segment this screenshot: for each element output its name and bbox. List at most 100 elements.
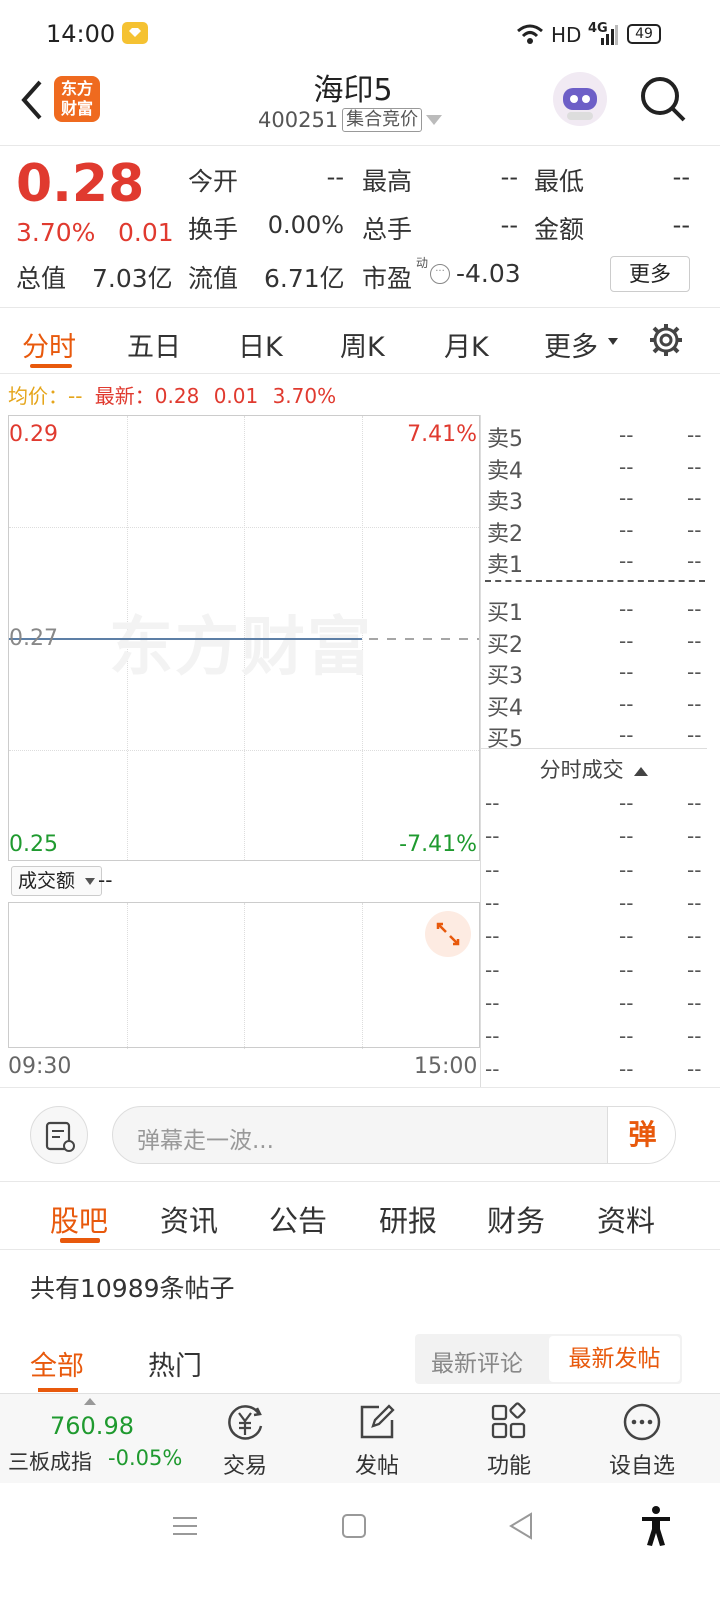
tab-forum-underline	[60, 1238, 100, 1243]
y-label-mid: 0.27	[9, 626, 58, 651]
filter-hot[interactable]: 热门	[148, 1344, 202, 1383]
tab-forum[interactable]: 股吧	[50, 1198, 108, 1240]
tab-more[interactable]: 更多	[544, 325, 598, 364]
tick-price: --	[619, 890, 634, 915]
system-nav-bar	[0, 1483, 720, 1600]
filter-all-underline	[38, 1388, 78, 1392]
index-change: -0.05%	[108, 1446, 183, 1470]
bid-level-price: --	[619, 628, 634, 653]
edit-icon	[360, 1404, 395, 1439]
tab-monthly-k[interactable]: 月K	[444, 325, 489, 364]
stock-header: 东方财富 海印5 400251 集合竞价	[0, 62, 720, 146]
caret-down-icon	[608, 338, 618, 345]
bid-level-volume: --	[687, 723, 702, 747]
sort-latest-comment[interactable]: 最新评论	[431, 1344, 523, 1378]
add-watchlist-button[interactable]: 设自选	[600, 1394, 684, 1484]
robot-assistant-icon[interactable]	[553, 72, 607, 126]
back-nav-icon[interactable]	[507, 1511, 535, 1545]
tick-price: --	[619, 990, 634, 1015]
volume-selector[interactable]: 成交额	[11, 866, 103, 896]
caret-up-icon	[634, 766, 649, 776]
turnover-label: 换手	[188, 215, 239, 244]
ask-level-label: 卖4	[487, 458, 523, 484]
tab-weekly-k[interactable]: 周K	[340, 325, 385, 364]
change-pct: 3.70%	[16, 218, 96, 247]
expand-chart-button[interactable]	[425, 911, 471, 957]
high-value: --	[500, 163, 518, 191]
post-button[interactable]: 发帖	[344, 1394, 410, 1484]
bid-level-volume: --	[687, 660, 702, 684]
session-badge: 集合竞价	[342, 108, 423, 132]
ask-level-label: 卖5	[487, 427, 523, 452]
tab-daily-k[interactable]: 日K	[238, 325, 283, 364]
wifi-icon	[515, 22, 545, 50]
volume-label: 总手	[362, 215, 413, 244]
ask-level-price: --	[619, 517, 634, 542]
functions-button[interactable]: 功能	[476, 1394, 542, 1484]
bid-level-label: 买2	[487, 632, 523, 658]
menu-icon[interactable]	[172, 1513, 198, 1543]
current-price: 0.28	[16, 154, 145, 214]
tab-profile[interactable]: 资料	[597, 1198, 655, 1240]
avg-price-value: --	[68, 384, 83, 408]
y-label-top: 0.29	[9, 422, 58, 447]
ticks-title: 分时成交	[539, 758, 624, 782]
volume-chart[interactable]	[8, 902, 480, 1049]
float-value-label: 流值	[188, 264, 239, 293]
danmaku-input[interactable]: 弹幕走一波... 弹	[112, 1106, 676, 1164]
settings-icon[interactable]	[648, 322, 684, 362]
tab-five-day[interactable]: 五日	[127, 325, 181, 364]
tick-time: --	[485, 1057, 500, 1082]
tab-intraday[interactable]: 分时	[22, 325, 76, 364]
notification-icon	[122, 22, 148, 44]
volume-value: --	[98, 868, 113, 892]
tab-finance[interactable]: 财务	[487, 1198, 545, 1240]
total-value-label: 总值	[16, 264, 67, 293]
filter-all[interactable]: 全部	[30, 1344, 84, 1383]
more-quote-button[interactable]: 更多	[610, 256, 690, 292]
pe-info-icon[interactable]: ···	[430, 264, 450, 284]
tab-announcements[interactable]: 公告	[269, 1198, 327, 1240]
trade-button[interactable]: 交易	[212, 1394, 278, 1484]
stock-code-row[interactable]: 400251 集合竞价	[258, 106, 443, 134]
status-time: 14:00	[46, 20, 116, 48]
search-icon[interactable]	[638, 74, 688, 128]
post-label: 发帖	[354, 1454, 399, 1479]
y-label-bottom: 0.25	[9, 832, 58, 857]
ticks-header[interactable]: 分时成交	[481, 754, 707, 784]
chart-tabs: 分时 五日 日K 周K 月K 更多	[0, 308, 720, 374]
total-value: 7.03亿	[92, 264, 173, 293]
tick-price: --	[619, 824, 634, 849]
sort-latest-post[interactable]: 最新发帖	[549, 1336, 680, 1382]
tick-volume: --	[687, 957, 702, 982]
tab-news[interactable]: 资讯	[160, 1198, 218, 1240]
avg-price-label: 均价：	[8, 384, 68, 408]
ask-level-volume: --	[687, 423, 702, 447]
caret-down-icon	[85, 878, 96, 885]
danmaku-toggle-button[interactable]	[30, 1106, 88, 1164]
tab-research[interactable]: 研报	[379, 1198, 437, 1240]
index-name: 三板成指	[8, 1450, 92, 1474]
low-value: --	[672, 163, 690, 191]
accessibility-icon[interactable]	[640, 1505, 672, 1551]
more-icon	[623, 1403, 661, 1441]
ask-level-volume: --	[687, 486, 702, 510]
ask-level-label: 卖3	[487, 490, 523, 515]
danmaku-send-button[interactable]: 弹	[607, 1107, 675, 1163]
tick-volume: --	[687, 990, 702, 1015]
intraday-info-line: 均价：-- 最新：0.28 0.01 3.70%	[8, 380, 336, 410]
tick-volume: --	[687, 824, 702, 849]
pe-value: -4.03	[456, 259, 521, 288]
sort-toggle: 最新评论 最新发帖	[415, 1334, 682, 1384]
y-pct-top: 7.41%	[407, 422, 477, 447]
index-ticker[interactable]: 760.98 三板成指 -0.05%	[0, 1394, 200, 1484]
battery-level: 49	[635, 26, 653, 42]
tick-price: --	[619, 1057, 634, 1082]
x-label-start: 09:30	[8, 1054, 72, 1079]
ticks-divider	[481, 748, 707, 749]
latest-label: 最新：	[94, 384, 155, 408]
index-value: 760.98	[50, 1412, 134, 1440]
home-icon[interactable]	[341, 1513, 367, 1543]
ask-level-volume: --	[687, 454, 702, 479]
intraday-chart[interactable]: 东方财富 0.29 0.27 0.25 7.41% -7.41%	[8, 415, 480, 861]
